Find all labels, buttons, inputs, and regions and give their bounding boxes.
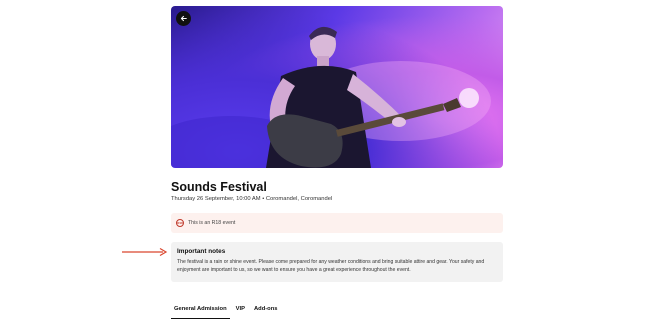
important-notes-body: The festival is a rain or shine event. P… xyxy=(177,259,485,273)
event-hero-image xyxy=(171,6,503,168)
event-title: Sounds Festival xyxy=(171,180,267,194)
guitarist-photo xyxy=(171,26,491,168)
r18-badge-icon: R18 xyxy=(176,219,184,227)
event-page: Sounds Festival Thursday 26 September, 1… xyxy=(0,0,670,333)
tab-add-ons[interactable]: Add-ons xyxy=(251,305,281,319)
tab-general-admission[interactable]: General Admission xyxy=(171,305,230,319)
age-restriction-notice: R18 This is an R18 event xyxy=(171,213,503,233)
back-button[interactable] xyxy=(176,11,191,26)
important-notes-title: Important notes xyxy=(177,248,226,255)
arrow-right-icon xyxy=(122,247,168,257)
age-restriction-text: This is an R18 event xyxy=(188,220,236,226)
arrow-left-icon xyxy=(180,15,187,22)
tab-vip[interactable]: VIP xyxy=(233,305,248,319)
event-date-location: Thursday 26 September, 10:00 AM • Coroma… xyxy=(171,196,333,202)
ticket-tabs: General Admission VIP Add-ons xyxy=(171,305,280,320)
important-notes-box: Important notes The festival is a rain o… xyxy=(171,242,503,282)
